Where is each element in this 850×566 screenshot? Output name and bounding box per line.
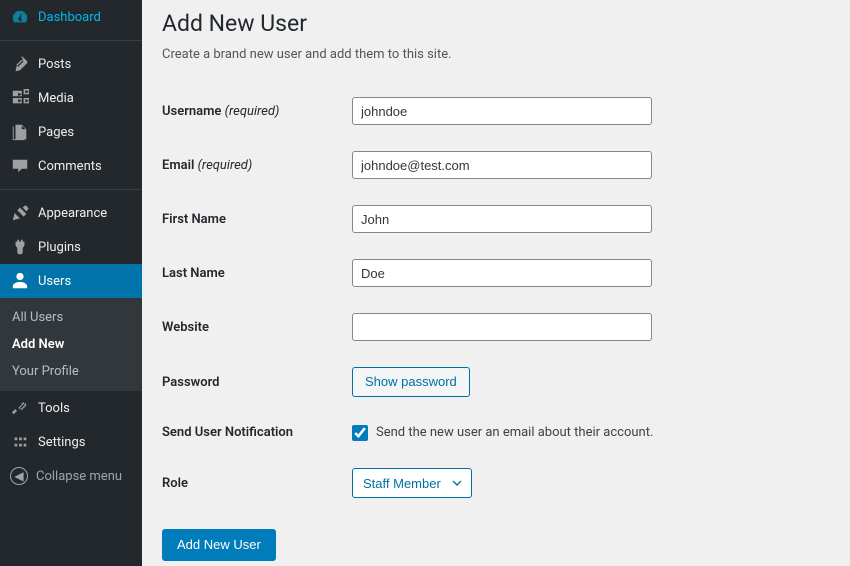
email-label: Email (required) (162, 138, 352, 192)
sidebar-item-media[interactable]: Media (0, 81, 142, 115)
sidebar-item-posts[interactable]: Posts (0, 47, 142, 81)
appearance-icon (10, 203, 30, 223)
sidebar-item-users[interactable]: Users (0, 264, 142, 298)
sidebar-item-label: Tools (38, 401, 134, 416)
sidebar-item-settings[interactable]: Settings (0, 425, 142, 459)
sidebar-item-label: Dashboard (38, 10, 134, 25)
sidebar-item-plugins[interactable]: Plugins (0, 230, 142, 264)
add-user-button[interactable]: Add New User (162, 529, 276, 561)
sidebar-item-label: Pages (38, 125, 134, 140)
password-label: Password (162, 354, 352, 410)
notification-checkbox[interactable] (352, 425, 368, 441)
sidebar-item-label: Media (38, 91, 134, 106)
menu-separator (0, 185, 142, 190)
sidebar-item-label: Posts (38, 57, 134, 72)
dashboard-icon (10, 7, 30, 27)
sidebar-item-label: Users (38, 274, 134, 289)
collapse-label: Collapse menu (36, 469, 122, 484)
sidebar-item-pages[interactable]: Pages (0, 115, 142, 149)
notification-label: Send User Notification (162, 410, 352, 455)
firstname-input[interactable] (352, 205, 652, 233)
notification-checkbox-label: Send the new user an email about their a… (376, 425, 653, 440)
lastname-input[interactable] (352, 259, 652, 287)
users-submenu: All Users Add New Your Profile (0, 298, 142, 391)
sidebar-item-appearance[interactable]: Appearance (0, 196, 142, 230)
page-title: Add New User (162, 10, 830, 37)
collapse-menu[interactable]: ◀ Collapse menu (0, 459, 142, 493)
role-label: Role (162, 455, 352, 511)
submenu-add-new[interactable]: Add New (0, 331, 142, 358)
plugins-icon (10, 237, 30, 257)
sidebar-item-dashboard[interactable]: Dashboard (0, 0, 142, 34)
email-input[interactable] (352, 151, 652, 179)
comments-icon (10, 156, 30, 176)
role-select[interactable]: Staff Member (352, 468, 472, 498)
tools-icon (10, 398, 30, 418)
user-form: Username (required) Email (required) Fir… (162, 84, 830, 511)
users-icon (10, 271, 30, 291)
submenu-your-profile[interactable]: Your Profile (0, 358, 142, 385)
settings-icon (10, 432, 30, 452)
website-label: Website (162, 300, 352, 354)
sidebar-item-label: Plugins (38, 240, 134, 255)
submenu-all-users[interactable]: All Users (0, 304, 142, 331)
sidebar-item-label: Comments (38, 159, 134, 174)
menu-separator (0, 36, 142, 41)
admin-sidebar: Dashboard Posts Media Pages Comments App… (0, 0, 142, 566)
username-label: Username (required) (162, 84, 352, 138)
firstname-label: First Name (162, 192, 352, 246)
username-input[interactable] (352, 97, 652, 125)
website-input[interactable] (352, 313, 652, 341)
show-password-button[interactable]: Show password (352, 367, 470, 397)
sidebar-item-tools[interactable]: Tools (0, 391, 142, 425)
collapse-icon: ◀ (10, 467, 28, 485)
posts-icon (10, 54, 30, 74)
page-description: Create a brand new user and add them to … (162, 47, 830, 62)
sidebar-item-comments[interactable]: Comments (0, 149, 142, 183)
lastname-label: Last Name (162, 246, 352, 300)
media-icon (10, 88, 30, 108)
sidebar-item-label: Settings (38, 435, 134, 450)
sidebar-item-label: Appearance (38, 206, 134, 221)
main-content: Add New User Create a brand new user and… (142, 0, 850, 566)
pages-icon (10, 122, 30, 142)
